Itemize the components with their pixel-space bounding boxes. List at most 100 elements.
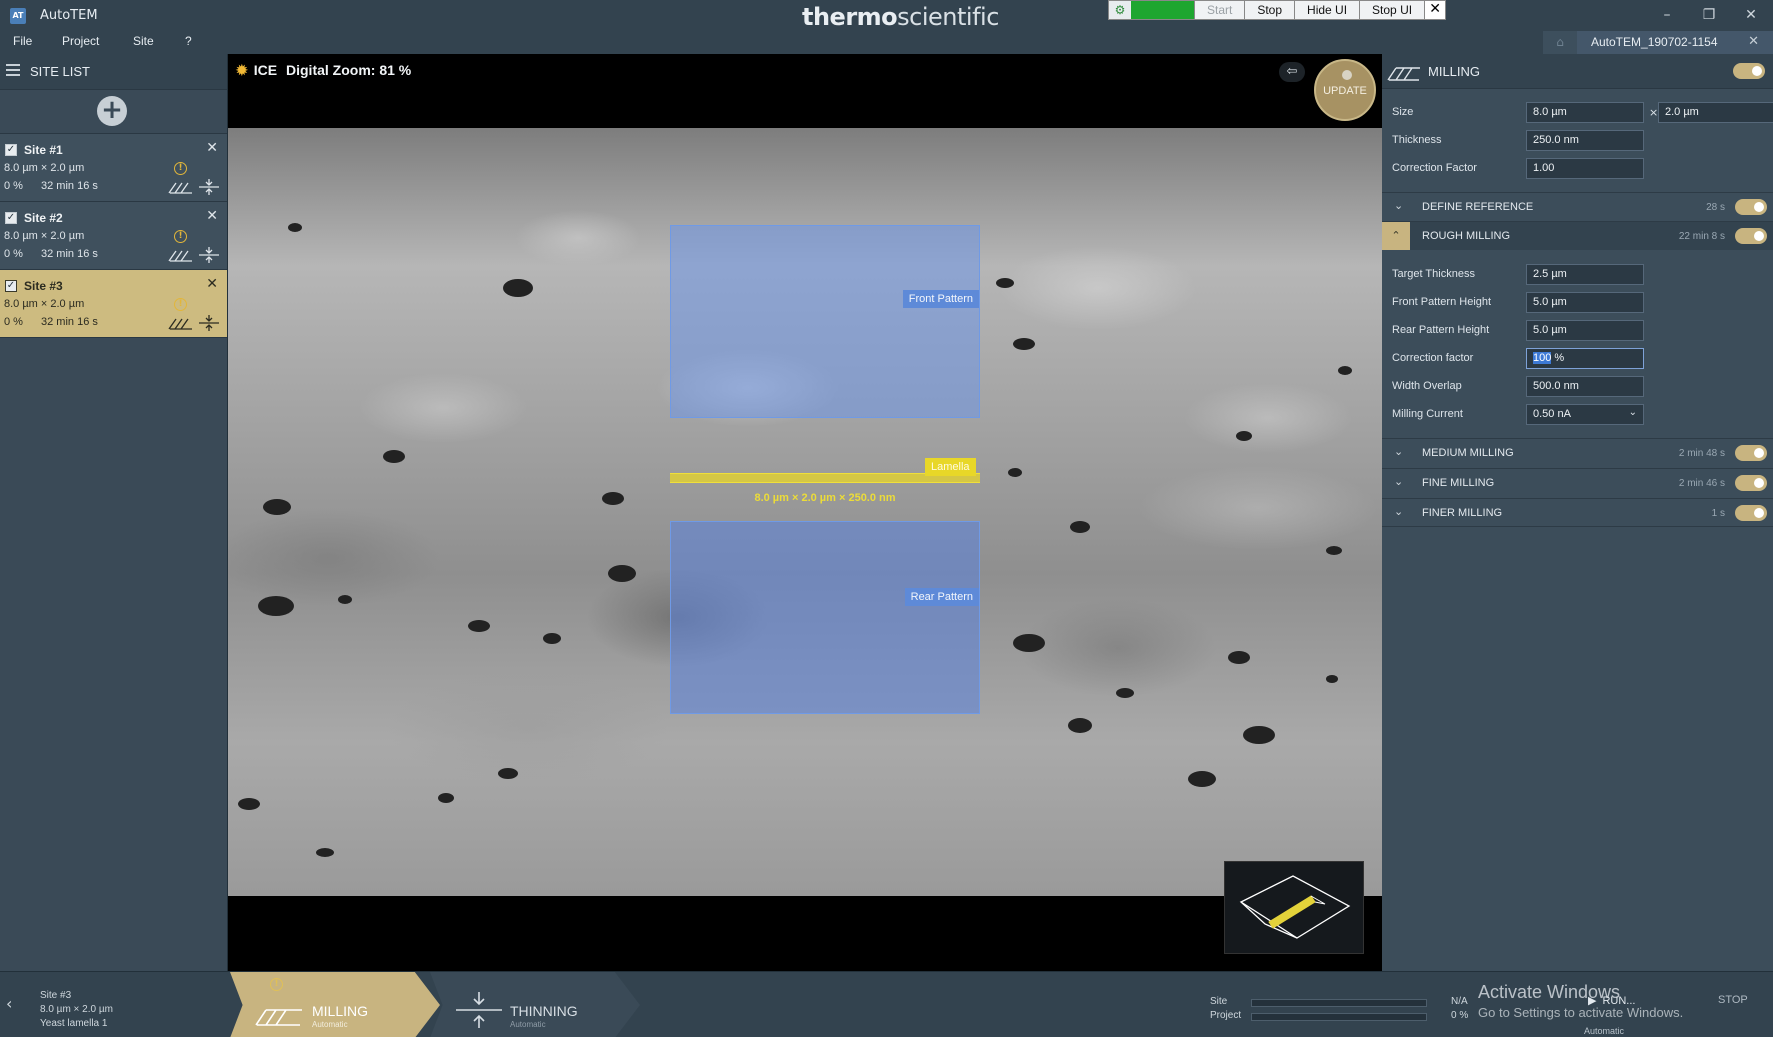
play-icon: ▶ xyxy=(1588,995,1597,1007)
step-toggle[interactable] xyxy=(1735,228,1767,244)
recorder-icon[interactable]: ⚙ xyxy=(1109,1,1131,19)
milling-current-select[interactable]: 0.50 nA ⌄ xyxy=(1526,404,1644,425)
correction-factor-label: Correction Factor xyxy=(1392,162,1477,174)
menu-site[interactable]: Site xyxy=(133,34,154,48)
stage-thinning[interactable]: THINNING Automatic xyxy=(430,972,640,1037)
width-overlap-label: Width Overlap xyxy=(1392,380,1462,392)
stop-run-button[interactable]: STOP xyxy=(1718,994,1748,1006)
warning-icon: ! xyxy=(174,162,187,175)
chevron-down-icon[interactable]: ⌄ xyxy=(1394,475,1403,488)
site-checkbox[interactable]: ✓ xyxy=(5,212,17,224)
chevron-down-icon[interactable]: ⌄ xyxy=(1394,199,1403,212)
window-close-icon[interactable]: ✕ xyxy=(1734,5,1768,25)
target-thickness-input[interactable]: 2.5 µm xyxy=(1526,264,1644,285)
back-arrow-icon[interactable]: ⇦ xyxy=(1279,62,1305,82)
step-name: FINER MILLING xyxy=(1422,507,1503,519)
site-name: Site #3 xyxy=(24,279,63,293)
front-pattern-height-input[interactable]: 5.0 µm xyxy=(1526,292,1644,313)
width-overlap-row: Width Overlap 500.0 nm xyxy=(1392,376,1772,398)
thickness-input[interactable]: 250.0 nm xyxy=(1526,130,1644,151)
rough-correction-factor-input[interactable]: 100 % xyxy=(1526,348,1644,369)
milling-toggle[interactable] xyxy=(1733,63,1765,79)
hide-ui-button[interactable]: Hide UI xyxy=(1295,1,1361,19)
workflow-bar: ‹ Site #3 8.0 µm × 2.0 µm Yeast lamella … xyxy=(0,971,1773,1037)
milling-current-label: Milling Current xyxy=(1392,408,1463,420)
brand-logo: thermoscientific xyxy=(802,3,999,31)
ice-icon: ✹ xyxy=(236,62,248,78)
step-toggle[interactable] xyxy=(1735,445,1767,461)
chevron-left-icon[interactable]: ‹ xyxy=(6,994,12,1013)
document-tab[interactable]: AutoTEM_190702-1154 ✕ xyxy=(1577,31,1773,54)
site-size: 8.0 µm × 2.0 µm xyxy=(4,162,85,174)
milling-icon xyxy=(1387,67,1420,81)
menu-file[interactable]: File xyxy=(13,34,32,48)
title-bar: AT AutoTEM thermoscientific ⚙ Start Stop… xyxy=(0,0,1773,31)
stop-button[interactable]: Stop xyxy=(1245,1,1296,19)
site-progress-value: N/A xyxy=(1451,996,1468,1007)
site-progress: 0 % xyxy=(4,316,23,328)
width-overlap-input[interactable]: 500.0 nm xyxy=(1526,376,1644,397)
restore-icon[interactable]: ❐ xyxy=(1692,5,1726,25)
site-checkbox[interactable]: ✓ xyxy=(5,144,17,156)
step-time: 28 s xyxy=(1706,202,1725,213)
digital-zoom-label: Digital Zoom: 81 % xyxy=(286,62,412,78)
size-height-input[interactable]: 2.0 µm xyxy=(1658,102,1773,123)
add-site-button[interactable]: + xyxy=(97,96,127,126)
home-tab-icon[interactable]: ⌂ xyxy=(1543,31,1577,54)
step-rough-milling[interactable]: ⌃ ROUGH MILLING 22 min 8 s xyxy=(1382,221,1773,250)
step-define-reference[interactable]: ⌄ DEFINE REFERENCE 28 s xyxy=(1382,192,1773,221)
menu-help[interactable]: ? xyxy=(185,34,192,48)
size-label: Size xyxy=(1392,106,1414,118)
site-size: 8.0 µm × 2.0 µm xyxy=(4,230,85,242)
remove-site-icon[interactable]: ✕ xyxy=(206,208,218,224)
run-button[interactable]: ▶ RUN... xyxy=(1588,994,1635,1007)
automation-toolbar: ⚙ Start Stop Hide UI Stop UI ✕ xyxy=(1108,0,1447,20)
site-list-header: SITE LIST xyxy=(0,54,227,90)
chevron-down-icon[interactable]: ⌄ xyxy=(1394,505,1403,518)
target-thickness-row: Target Thickness 2.5 µm xyxy=(1392,264,1772,286)
thickness-row: Thickness 250.0 nm xyxy=(1392,130,1772,152)
site-card[interactable]: ✓ Site #1 ✕ 8.0 µm × 2.0 µm ! 0 % 32 min… xyxy=(0,134,227,202)
thinning-icon xyxy=(199,315,219,331)
rear-pattern-height-input[interactable]: 5.0 µm xyxy=(1526,320,1644,341)
toolbar-close-icon[interactable]: ✕ xyxy=(1425,1,1446,19)
site-card-selected[interactable]: ✓ Site #3 ✕ 8.0 µm × 2.0 µm ! 0 % 32 min… xyxy=(0,270,227,338)
step-toggle[interactable] xyxy=(1735,475,1767,491)
run-mode: Automatic xyxy=(1584,1026,1625,1036)
document-tab-close-icon[interactable]: ✕ xyxy=(1748,34,1759,49)
front-pattern-overlay[interactable]: Front Pattern xyxy=(670,225,980,418)
site-checkbox[interactable]: ✓ xyxy=(5,280,17,292)
remove-site-icon[interactable]: ✕ xyxy=(206,276,218,292)
stage-milling-mode: Automatic xyxy=(312,1020,348,1029)
site-list-panel: SITE LIST + ✓ Site #1 ✕ 8.0 µm × 2.0 µm … xyxy=(0,54,228,971)
remove-site-icon[interactable]: ✕ xyxy=(206,140,218,156)
warning-icon: ! xyxy=(174,298,187,311)
chevron-down-icon[interactable]: ⌄ xyxy=(1394,445,1403,458)
thinning-icon xyxy=(199,179,219,195)
front-pattern-height-row: Front Pattern Height 5.0 µm xyxy=(1392,292,1772,314)
site-progress: 0 % xyxy=(4,180,23,192)
correction-factor-input[interactable]: 1.00 xyxy=(1526,158,1644,179)
stop-ui-button[interactable]: Stop UI xyxy=(1360,1,1426,19)
step-finer-milling[interactable]: ⌄ FINER MILLING 1 s xyxy=(1382,498,1773,527)
app-logo-icon: AT xyxy=(10,8,26,24)
project-progress-label: Project xyxy=(1210,1010,1242,1021)
chevron-up-icon[interactable]: ⌃ xyxy=(1382,222,1410,250)
update-button[interactable]: UPDATE xyxy=(1314,59,1376,121)
menu-project[interactable]: Project xyxy=(62,34,99,48)
site-name: Site #2 xyxy=(24,211,63,225)
minimize-icon[interactable]: – xyxy=(1650,5,1684,25)
stage-milling[interactable]: ! MILLING Automatic xyxy=(230,972,440,1037)
site-card[interactable]: ✓ Site #2 ✕ 8.0 µm × 2.0 µm ! 0 % 32 min… xyxy=(0,202,227,270)
milling-icon xyxy=(168,318,192,330)
step-medium-milling[interactable]: ⌄ MEDIUM MILLING 2 min 48 s xyxy=(1382,438,1773,467)
image-viewport[interactable]: ✹ ICE Digital Zoom: 81 % ⇦ UPDATE Front … xyxy=(228,54,1382,971)
start-button[interactable]: Start xyxy=(1195,1,1246,19)
step-fine-milling[interactable]: ⌄ FINE MILLING 2 min 46 s xyxy=(1382,468,1773,497)
rear-pattern-overlay[interactable]: Rear Pattern xyxy=(670,521,980,714)
step-toggle[interactable] xyxy=(1735,199,1767,215)
size-width-input[interactable]: 8.0 µm xyxy=(1526,102,1644,123)
sem-image[interactable]: Front Pattern Lamella 8.0 µm × 2.0 µm × … xyxy=(228,128,1382,896)
step-toggle[interactable] xyxy=(1735,505,1767,521)
project-progress-bar xyxy=(1251,1013,1427,1021)
